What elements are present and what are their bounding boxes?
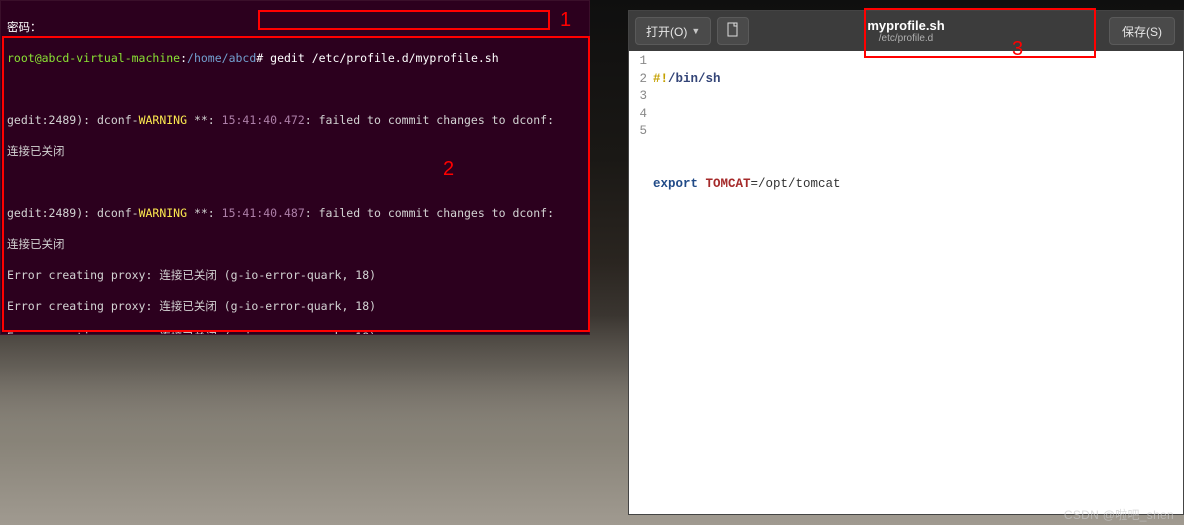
gedit-window[interactable]: 打开(O) ▼ myprofile.sh /etc/profile.d 保存(S… bbox=[628, 10, 1184, 515]
gedit-title-area: myprofile.sh /etc/profile.d bbox=[867, 18, 944, 44]
code-line-2 bbox=[653, 106, 1183, 124]
dconf-line-2: gedit:2489): dconf-WARNING **: 15:41:40.… bbox=[7, 206, 554, 220]
code-line-3 bbox=[653, 141, 1183, 159]
new-document-button[interactable] bbox=[717, 17, 749, 45]
dconf-closed-2: 连接已关闭 bbox=[7, 237, 65, 251]
gedit-editor[interactable]: 1 2 3 4 5 #!/bin/sh export TOMCAT=/opt/t… bbox=[629, 51, 1183, 514]
line-number-gutter: 1 2 3 4 5 bbox=[629, 53, 653, 514]
gedit-subtitle: /etc/profile.d bbox=[867, 33, 944, 44]
prompt-sep: : bbox=[180, 51, 187, 65]
save-button[interactable]: 保存(S) bbox=[1109, 17, 1175, 45]
prompt-path: /home/abcd bbox=[187, 51, 256, 65]
line-number: 4 bbox=[629, 106, 647, 124]
proxy-err-1: Error creating proxy: 连接已关闭 (g-io-error-… bbox=[7, 268, 376, 282]
line-number: 5 bbox=[629, 123, 647, 141]
proxy-err-3: Error creating proxy: 连接已关闭 (g-io-error-… bbox=[7, 330, 376, 335]
open-button[interactable]: 打开(O) ▼ bbox=[635, 17, 711, 45]
line-number: 1 bbox=[629, 53, 647, 71]
proxy-err-2: Error creating proxy: 连接已关闭 (g-io-error-… bbox=[7, 299, 376, 313]
gedit-header: 打开(O) ▼ myprofile.sh /etc/profile.d 保存(S… bbox=[629, 11, 1183, 51]
terminal-command[interactable]: gedit /etc/profile.d/myprofile.sh bbox=[263, 51, 498, 65]
password-prompt: 密码： bbox=[7, 20, 42, 34]
chevron-down-icon: ▼ bbox=[691, 26, 700, 36]
new-document-icon bbox=[726, 22, 740, 41]
code-area[interactable]: #!/bin/sh export TOMCAT=/opt/tomcat bbox=[653, 53, 1183, 514]
line-number: 3 bbox=[629, 88, 647, 106]
code-line-5 bbox=[653, 211, 1183, 229]
gedit-title: myprofile.sh bbox=[867, 18, 944, 33]
save-button-label: 保存(S) bbox=[1122, 25, 1162, 39]
dconf-closed-1: 连接已关闭 bbox=[7, 144, 65, 158]
line-number: 2 bbox=[629, 71, 647, 89]
open-button-label: 打开(O) bbox=[646, 23, 687, 40]
watermark: CSDN @啦吧_shen bbox=[1064, 506, 1174, 523]
terminal-window[interactable]: 密码： root@abcd-virtual-machine:/home/abcd… bbox=[0, 0, 590, 335]
code-line-1: #!/bin/sh bbox=[653, 71, 1183, 89]
prompt-host: root@abcd-virtual-machine bbox=[7, 51, 180, 65]
code-line-4: export TOMCAT=/opt/tomcat bbox=[653, 176, 1183, 194]
dconf-line-1: gedit:2489): dconf-WARNING **: 15:41:40.… bbox=[7, 113, 554, 127]
